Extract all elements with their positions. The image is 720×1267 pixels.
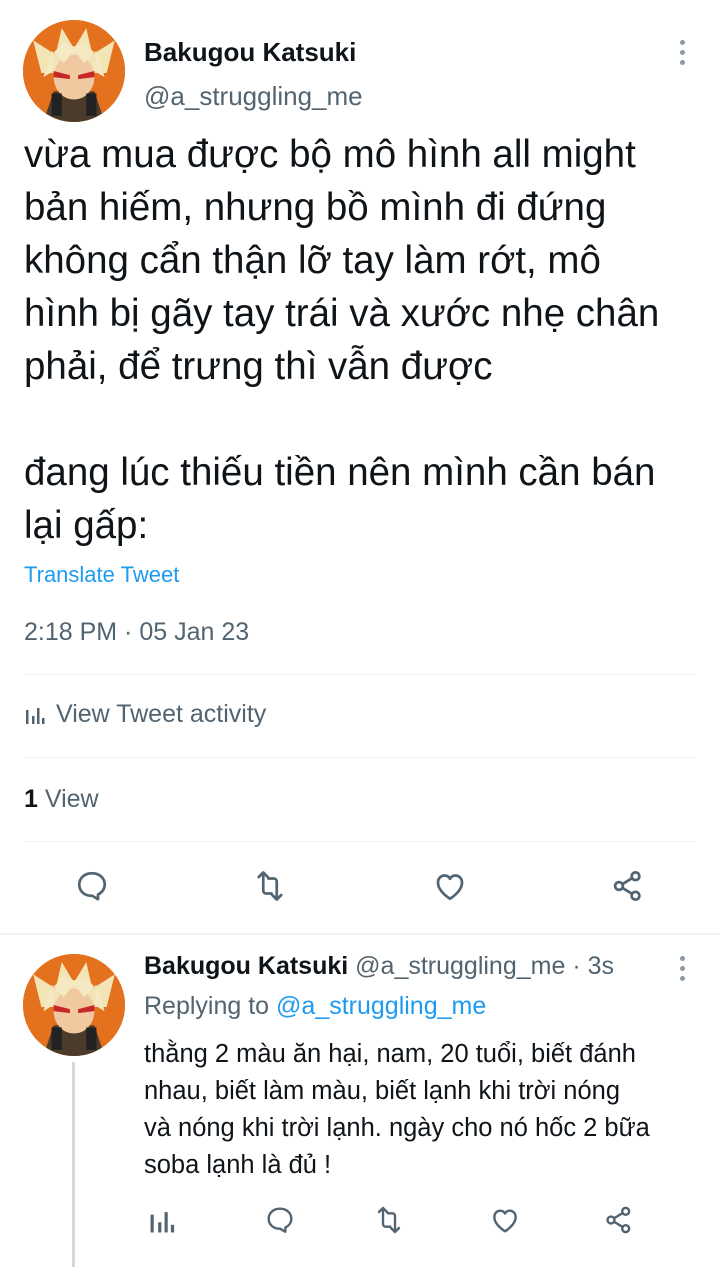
meta-separator: · bbox=[565, 952, 588, 980]
reply-retweet-icon[interactable] bbox=[372, 1204, 406, 1236]
like-icon[interactable] bbox=[431, 868, 469, 904]
reply-author-avatar[interactable] bbox=[23, 954, 125, 1056]
replying-to-label: Replying to bbox=[144, 992, 277, 1020]
author-handle[interactable]: @a_struggling_me bbox=[144, 81, 363, 112]
views-count[interactable]: 1 View bbox=[24, 785, 99, 814]
divider bbox=[24, 674, 696, 675]
divider bbox=[24, 757, 696, 758]
reply-like-icon[interactable] bbox=[489, 1204, 521, 1236]
reply-icon[interactable] bbox=[74, 868, 110, 904]
views-label: View bbox=[37, 785, 99, 813]
replying-to-handle[interactable]: @a_struggling_me bbox=[276, 992, 486, 1020]
section-divider bbox=[0, 933, 720, 935]
reply-share-icon[interactable] bbox=[603, 1204, 635, 1236]
reply-header: Bakugou Katsuki @a_struggling_me · 3s bbox=[144, 952, 614, 981]
retweet-icon[interactable] bbox=[250, 868, 290, 904]
reply-reply-icon[interactable] bbox=[264, 1204, 296, 1236]
thread-line bbox=[72, 1062, 75, 1267]
view-tweet-activity-link[interactable]: View Tweet activity bbox=[24, 700, 266, 729]
reply-author-handle[interactable]: @a_struggling_me bbox=[355, 952, 565, 980]
views-number: 1 bbox=[24, 785, 38, 813]
reply-more-options-icon[interactable] bbox=[674, 956, 690, 986]
tweet-timestamp[interactable]: 2:18 PM · 05 Jan 23 bbox=[24, 618, 249, 647]
analytics-icon bbox=[26, 707, 45, 724]
translate-tweet-link[interactable]: Translate Tweet bbox=[24, 562, 179, 588]
replying-to: Replying to @a_struggling_me bbox=[144, 992, 486, 1021]
reply-analytics-icon[interactable] bbox=[148, 1206, 176, 1236]
divider bbox=[24, 841, 696, 842]
share-icon[interactable] bbox=[610, 868, 646, 904]
author-name[interactable]: Bakugou Katsuki bbox=[144, 37, 356, 68]
author-avatar[interactable] bbox=[23, 20, 125, 122]
view-tweet-activity-label: View Tweet activity bbox=[56, 700, 267, 728]
reply-time[interactable]: 3s bbox=[588, 952, 614, 980]
reply-text: thằng 2 màu ăn hại, nam, 20 tuổi, biết đ… bbox=[144, 1040, 650, 1179]
reply-author-name[interactable]: Bakugou Katsuki bbox=[144, 952, 348, 980]
more-options-icon[interactable] bbox=[674, 40, 690, 70]
tweet-text: vừa mua được bộ mô hình all might bản hi… bbox=[24, 133, 660, 547]
